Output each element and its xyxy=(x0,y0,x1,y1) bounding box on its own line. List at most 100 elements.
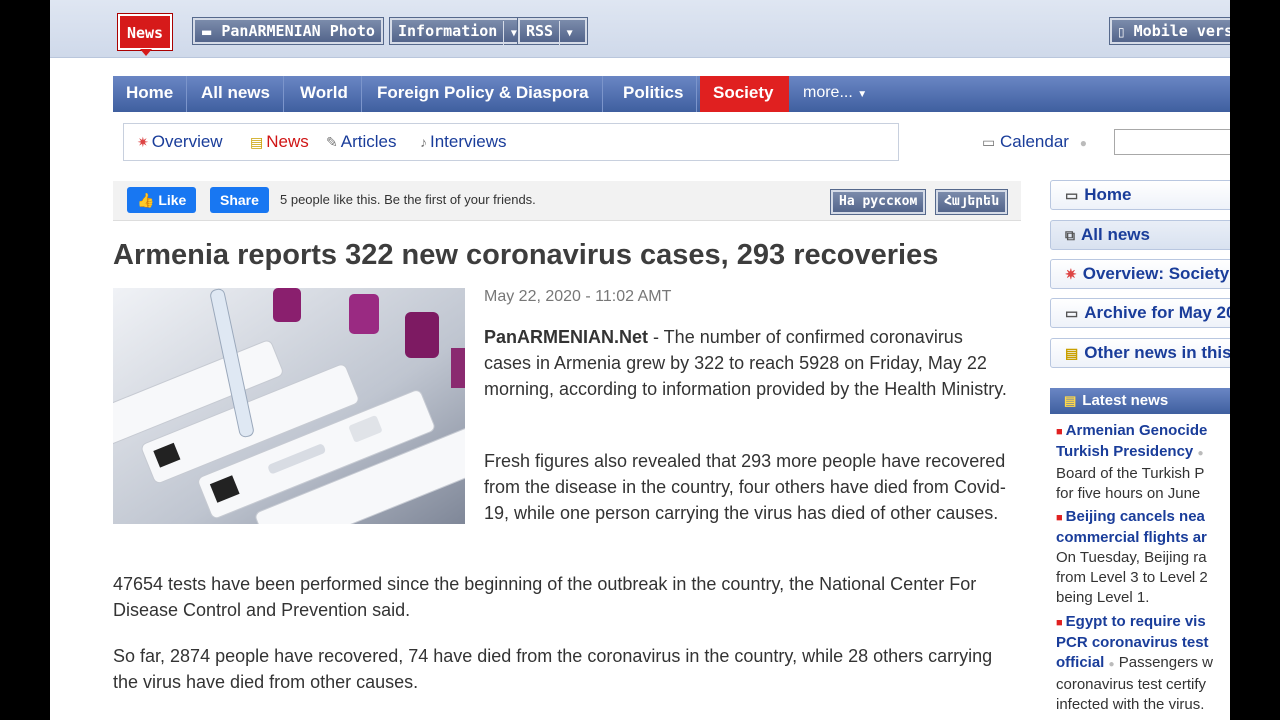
sidebar-archive-label: Archive for May 2020 xyxy=(1084,303,1230,322)
separator-dot: ● xyxy=(1197,448,1204,459)
microphone-icon: ♪ xyxy=(420,134,427,150)
latest-body-line: being Level 1. xyxy=(1056,589,1150,606)
article-paragraph-2: Fresh figures also revealed that 293 mor… xyxy=(484,451,1006,523)
covid-test-photo xyxy=(113,288,465,524)
article-headline: Armenia reports 322 new coronavirus case… xyxy=(113,239,939,271)
chevron-down-icon: ▼ xyxy=(857,89,868,100)
social-bar: 👍 Like Share 5 people like this. Be the … xyxy=(113,181,1021,221)
calendar-label: Calendar xyxy=(999,132,1069,151)
latest-news-item[interactable]: ■ Beijing cancels nea commercial flights … xyxy=(1056,507,1230,608)
news-label: News xyxy=(266,132,309,151)
sidebar-other-news-label: Other news in this section xyxy=(1084,343,1230,362)
rss-label: RSS xyxy=(526,22,554,40)
latest-body-line: Board of the Turkish P xyxy=(1056,465,1205,482)
facebook-share-button[interactable]: Share xyxy=(210,187,269,213)
bullet-icon: ■ xyxy=(1056,617,1063,629)
sidebar-all-news-label: All news xyxy=(1081,225,1150,244)
pen-icon: ✎ xyxy=(326,134,338,150)
calendar-icon: ▭ xyxy=(982,134,996,150)
overview-label: Overview xyxy=(151,132,223,151)
nav-foreign-policy[interactable]: Foreign Policy & Diaspora xyxy=(364,76,603,112)
latest-news-item[interactable]: ■ Armenian Genocide Turkish Presidency ● … xyxy=(1056,421,1230,504)
section-subnav: ✷ Overview ▤ News ✎ Articles ♪ Interviews xyxy=(123,123,899,161)
chevron-down-icon: ▼ xyxy=(559,21,579,47)
nav-home[interactable]: Home xyxy=(113,76,188,112)
latest-title[interactable]: Egypt to require vis xyxy=(1066,613,1206,630)
article-date: May 22, 2020 - 11:02 AMT xyxy=(484,288,672,305)
photo-button[interactable]: ▬ PanARMENIAN Photo xyxy=(192,17,384,45)
nav-world[interactable]: World xyxy=(287,76,362,112)
information-label: Information xyxy=(398,22,498,40)
mobile-version-label: Mobile version xyxy=(1133,22,1230,40)
calendar-link[interactable]: ▭ Calendar ● xyxy=(982,132,1087,152)
browser-viewport: News ▬ PanARMENIAN Photo Information ▼ RS… xyxy=(50,0,1230,720)
latest-title-line2[interactable]: commercial flights ar xyxy=(1056,529,1207,546)
sidebar-home[interactable]: ▭ Home xyxy=(1050,180,1230,210)
latest-body-line: On Tuesday, Beijing ra xyxy=(1056,549,1207,566)
mobile-phone-icon: ▯ xyxy=(1118,25,1125,39)
separator-dot: ● xyxy=(1108,659,1115,670)
bullet-icon: ■ xyxy=(1056,512,1063,524)
sidebar-overview-label: Overview: Society xyxy=(1082,264,1230,283)
facebook-like-button[interactable]: 👍 Like xyxy=(127,187,197,213)
separator-dot: ● xyxy=(1079,136,1087,150)
information-dropdown[interactable]: Information ▼ xyxy=(389,17,533,47)
latest-body-line: coronavirus test certify xyxy=(1056,676,1207,693)
armenian-version-button[interactable]: Հայերեն xyxy=(935,189,1008,215)
sidebar-all-news[interactable]: ⧉ All news xyxy=(1050,220,1230,250)
article-paragraph-3: 47654 tests have been performed since th… xyxy=(113,574,977,620)
sidebar-overview-society[interactable]: ✷ Overview: Society xyxy=(1050,259,1230,289)
subnav-news[interactable]: ▤ News xyxy=(250,132,309,152)
latest-body-line: for five hours on June xyxy=(1056,485,1201,502)
article-source[interactable]: PanARMENIAN.Net xyxy=(484,327,648,347)
mobile-version-button[interactable]: ▯ Mobile version xyxy=(1109,17,1230,45)
bullet-icon: ■ xyxy=(1056,426,1063,438)
image-icon: ▬ xyxy=(201,25,213,39)
latest-title[interactable]: Armenian Genocide xyxy=(1066,422,1208,439)
like-label: Like xyxy=(158,192,187,208)
interviews-label: Interviews xyxy=(430,132,507,151)
sidebar-other-news[interactable]: ▤ Other news in this section xyxy=(1050,338,1230,368)
articles-label: Articles xyxy=(340,132,397,151)
newspaper-icon: ▤ xyxy=(1064,393,1077,408)
calendar-icon: ▭ xyxy=(1065,305,1079,321)
search-input[interactable] xyxy=(1114,129,1230,155)
latest-news-title: Latest news xyxy=(1082,392,1169,409)
sparkle-icon: ✷ xyxy=(137,134,149,150)
nav-more-dropdown[interactable]: more... ▼ xyxy=(790,76,880,112)
nav-politics[interactable]: Politics xyxy=(610,76,698,112)
newspaper-icon: ▤ xyxy=(1065,345,1079,361)
newspaper-icon: ▤ xyxy=(250,134,264,150)
subnav-overview[interactable]: ✷ Overview xyxy=(137,132,223,152)
subnav-interviews[interactable]: ♪ Interviews xyxy=(420,132,507,152)
latest-title[interactable]: Beijing cancels nea xyxy=(1066,508,1205,525)
rss-dropdown[interactable]: RSS ▼ xyxy=(517,17,589,47)
more-label: more... xyxy=(803,84,853,101)
sidebar-home-label: Home xyxy=(1084,185,1132,204)
article-paragraph-4: So far, 2874 people have recovered, 74 h… xyxy=(113,646,993,692)
main-navigation: Home All news World Foreign Policy & Dia… xyxy=(113,76,1230,112)
top-bar: News ▬ PanARMENIAN Photo Information ▼ RS… xyxy=(50,0,1230,58)
latest-body-inline: Passengers w xyxy=(1118,654,1213,671)
article-photo xyxy=(113,288,465,524)
latest-news-item[interactable]: ■ Egypt to require vis PCR coronavirus te… xyxy=(1056,612,1230,715)
latest-body-line: from Level 3 to Level 2 xyxy=(1056,569,1208,586)
subnav-articles[interactable]: ✎ Articles xyxy=(326,132,396,152)
social-count-text: 5 people like this. Be the first of your… xyxy=(280,192,536,207)
thumbs-up-icon: 👍 xyxy=(137,193,155,209)
photo-label: PanARMENIAN Photo xyxy=(221,22,375,40)
news-logo-button[interactable]: News xyxy=(118,14,172,56)
latest-title-line2[interactable]: PCR coronavirus test xyxy=(1056,634,1209,651)
latest-title-line2[interactable]: Turkish Presidency xyxy=(1056,443,1193,460)
calendar-icon: ▭ xyxy=(1065,187,1079,203)
russian-version-button[interactable]: На русском xyxy=(830,189,927,215)
sidebar-archive[interactable]: ▭ Archive for May 2020 xyxy=(1050,298,1230,328)
nav-society[interactable]: Society xyxy=(700,76,789,112)
windows-icon: ⧉ xyxy=(1065,227,1075,243)
article-paragraph-1: PanARMENIAN.Net - The number of confirme… xyxy=(484,324,1014,402)
latest-news-header: ▤ Latest news xyxy=(1050,388,1230,414)
latest-body-line: infected with the virus. xyxy=(1056,696,1205,713)
nav-all-news[interactable]: All news xyxy=(188,76,284,112)
sparkle-icon: ✷ xyxy=(1065,266,1077,282)
latest-title-line3[interactable]: official xyxy=(1056,654,1104,671)
